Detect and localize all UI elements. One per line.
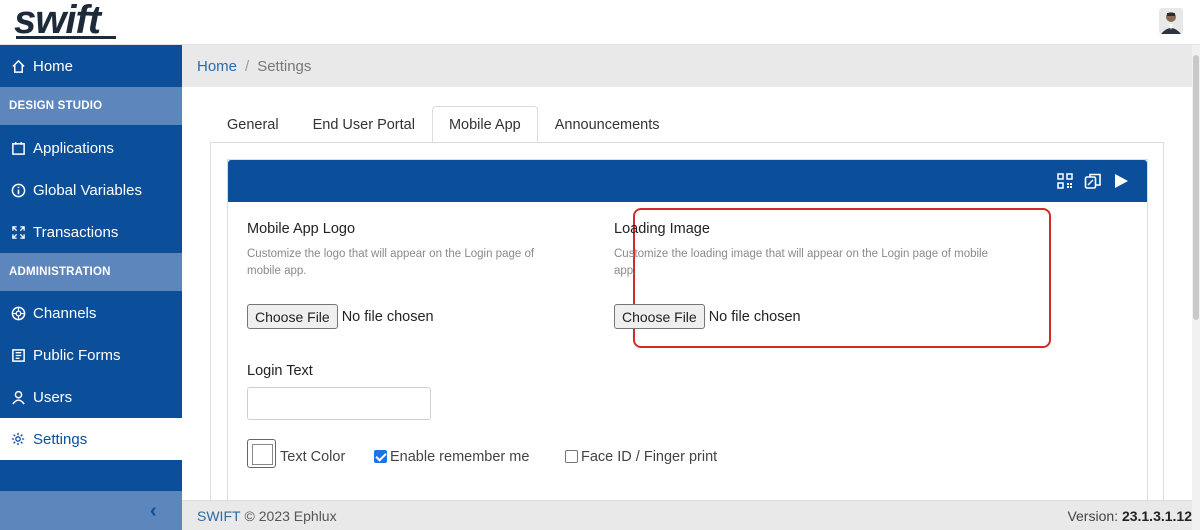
loading-image-title: Loading Image: [614, 221, 710, 237]
tab-general[interactable]: General: [210, 106, 296, 143]
qr-code-icon[interactable]: [1055, 171, 1075, 191]
loading-image-description: Customize the loading image that will ap…: [614, 248, 988, 277]
sidebar-item-transactions[interactable]: Transactions: [0, 211, 182, 253]
sidebar-item-home[interactable]: Home: [0, 45, 182, 87]
channels-icon: [10, 305, 26, 321]
mobile-app-card: Mobile App Logo Customize the logo that …: [227, 159, 1148, 501]
logo-underline: [16, 36, 116, 39]
login-text-input[interactable]: [247, 387, 431, 420]
footer-copyright: © 2023 Ephlux: [244, 507, 337, 524]
face-id-checkbox[interactable]: [565, 450, 578, 463]
logo-file-status: No file chosen: [341, 308, 434, 325]
footer-version: Version: 23.1.3.1.12: [1067, 508, 1192, 524]
user-avatar[interactable]: [1159, 8, 1183, 34]
sidebar-item-label: Global Variables: [33, 181, 142, 199]
sidebar-item-label: Channels: [33, 304, 97, 322]
sidebar-item-label: Public Forms: [33, 346, 121, 364]
sidebar-item-users[interactable]: Users: [0, 376, 182, 418]
sidebar-item-label: Settings: [33, 430, 88, 448]
logo-choose-file-button[interactable]: Choose File: [247, 304, 338, 329]
version-number: 23.1.3.1.12: [1121, 507, 1192, 524]
sidebar-item-label: Applications: [33, 139, 114, 157]
tab-panel: Mobile App Logo Customize the logo that …: [210, 142, 1164, 501]
version-label: Version:: [1067, 507, 1119, 524]
section-administration: ADMINISTRATION: [0, 253, 182, 291]
user-icon: [10, 389, 26, 405]
enable-remember-me-checkbox[interactable]: [374, 450, 387, 463]
section-design-studio: DESIGN STUDIO: [0, 87, 182, 125]
home-icon: [10, 58, 26, 74]
tab-mobile-app[interactable]: Mobile App: [431, 106, 538, 143]
tab-end-user-portal[interactable]: End User Portal: [296, 106, 432, 143]
sidebar-item-label: Transactions: [33, 223, 119, 241]
sidebar-collapse-button[interactable]: ‹: [0, 491, 182, 530]
breadcrumb-separator: /: [245, 57, 250, 75]
mobile-app-logo-title: Mobile App Logo: [247, 221, 356, 237]
login-text-label: Login Text: [247, 363, 313, 379]
sidebar-item-global-variables[interactable]: Global Variables: [0, 169, 182, 211]
chevron-left-icon: ‹: [150, 500, 157, 522]
sidebar-item-applications[interactable]: Applications: [0, 127, 182, 169]
scrollbar-thumb[interactable]: [1193, 55, 1199, 320]
top-header: swift: [0, 0, 1200, 45]
sidebar-item-channels[interactable]: Channels: [0, 292, 182, 334]
tab-announcements[interactable]: Announcements: [538, 106, 677, 143]
footer-brand-link[interactable]: SWIFT: [197, 508, 241, 524]
forms-icon: [10, 347, 26, 363]
expand-icon: [10, 224, 26, 240]
enable-remember-me-label[interactable]: Enable remember me: [390, 449, 529, 465]
copy-icon[interactable]: [1083, 171, 1103, 191]
main-content: General End User Portal Mobile App Annou…: [182, 87, 1192, 501]
loading-image-file-status: No file chosen: [708, 308, 801, 325]
loading-image-choose-file-button[interactable]: Choose File: [614, 304, 705, 329]
settings-tabs: General End User Portal Mobile App Annou…: [210, 106, 677, 143]
sidebar: Home DESIGN STUDIO Applications Global V…: [0, 45, 182, 530]
mobile-app-logo-file-input: Choose File No file chosen: [247, 304, 434, 329]
mobile-app-logo-description: Customize the logo that will appear on t…: [247, 248, 535, 277]
face-id-label[interactable]: Face ID / Finger print: [581, 449, 717, 465]
text-color-picker[interactable]: [247, 439, 276, 468]
sidebar-item-public-forms[interactable]: Public Forms: [0, 334, 182, 376]
loading-image-file-input: Choose File No file chosen: [614, 304, 801, 329]
footer: SWIFT © 2023 Ephlux Version: 23.1.3.1.12: [182, 500, 1192, 530]
sidebar-item-label: Home: [33, 57, 74, 75]
page-scrollbar[interactable]: [1192, 45, 1200, 530]
card-header-actions: [1055, 171, 1131, 191]
applications-icon: [10, 140, 26, 156]
sidebar-item-settings[interactable]: Settings: [0, 418, 182, 460]
sidebar-item-label: Users: [33, 388, 73, 406]
gear-icon: [10, 431, 26, 447]
text-color-label: Text Color: [280, 449, 346, 465]
breadcrumb-current: Settings: [257, 57, 312, 75]
breadcrumb: Home / Settings: [182, 45, 1192, 87]
play-icon[interactable]: [1111, 171, 1131, 191]
card-header: [228, 160, 1147, 202]
breadcrumb-home-link[interactable]: Home: [197, 58, 237, 75]
info-icon: [10, 182, 26, 198]
